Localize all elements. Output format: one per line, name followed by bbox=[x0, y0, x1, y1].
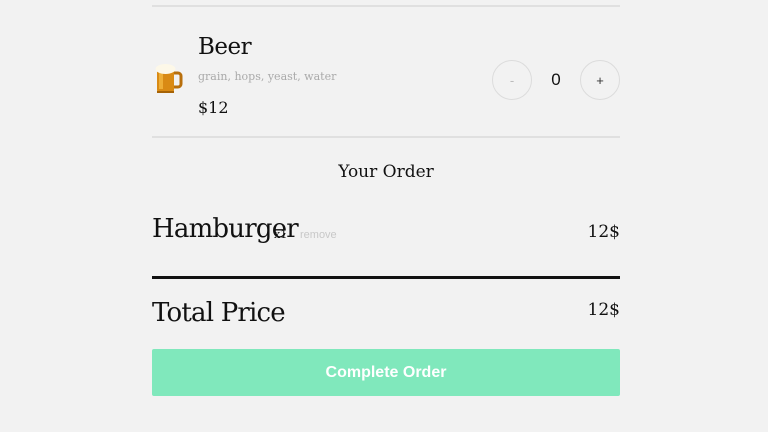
total-divider bbox=[152, 276, 620, 279]
decrease-quantity-button[interactable]: - bbox=[492, 60, 532, 100]
complete-order-button[interactable]: Complete Order bbox=[152, 349, 620, 396]
order-panel: Beer grain, hops, yeast, water $12 - 0 +… bbox=[152, 0, 620, 432]
beer-mug-icon bbox=[152, 62, 184, 96]
increase-quantity-button[interactable]: + bbox=[580, 60, 620, 100]
menu-item-beer: Beer grain, hops, yeast, water $12 - 0 + bbox=[152, 8, 620, 136]
order-heading: Your Order bbox=[338, 162, 434, 182]
order-item-row: Hamburger x1 remove 12$ bbox=[152, 212, 620, 256]
quantity-value: 0 bbox=[551, 70, 561, 89]
total-price-label: Total Price bbox=[152, 298, 286, 328]
remove-item-link[interactable]: remove bbox=[300, 229, 337, 241]
menu-item-price: $12 bbox=[198, 98, 229, 117]
divider bbox=[152, 136, 620, 138]
total-price-value: 12$ bbox=[587, 300, 620, 320]
menu-item-ingredients: grain, hops, yeast, water bbox=[198, 70, 337, 83]
order-item-quantity: x1 bbox=[274, 228, 288, 241]
menu-item-name: Beer bbox=[198, 34, 252, 60]
divider bbox=[152, 5, 620, 7]
order-item-price: 12$ bbox=[587, 222, 620, 242]
